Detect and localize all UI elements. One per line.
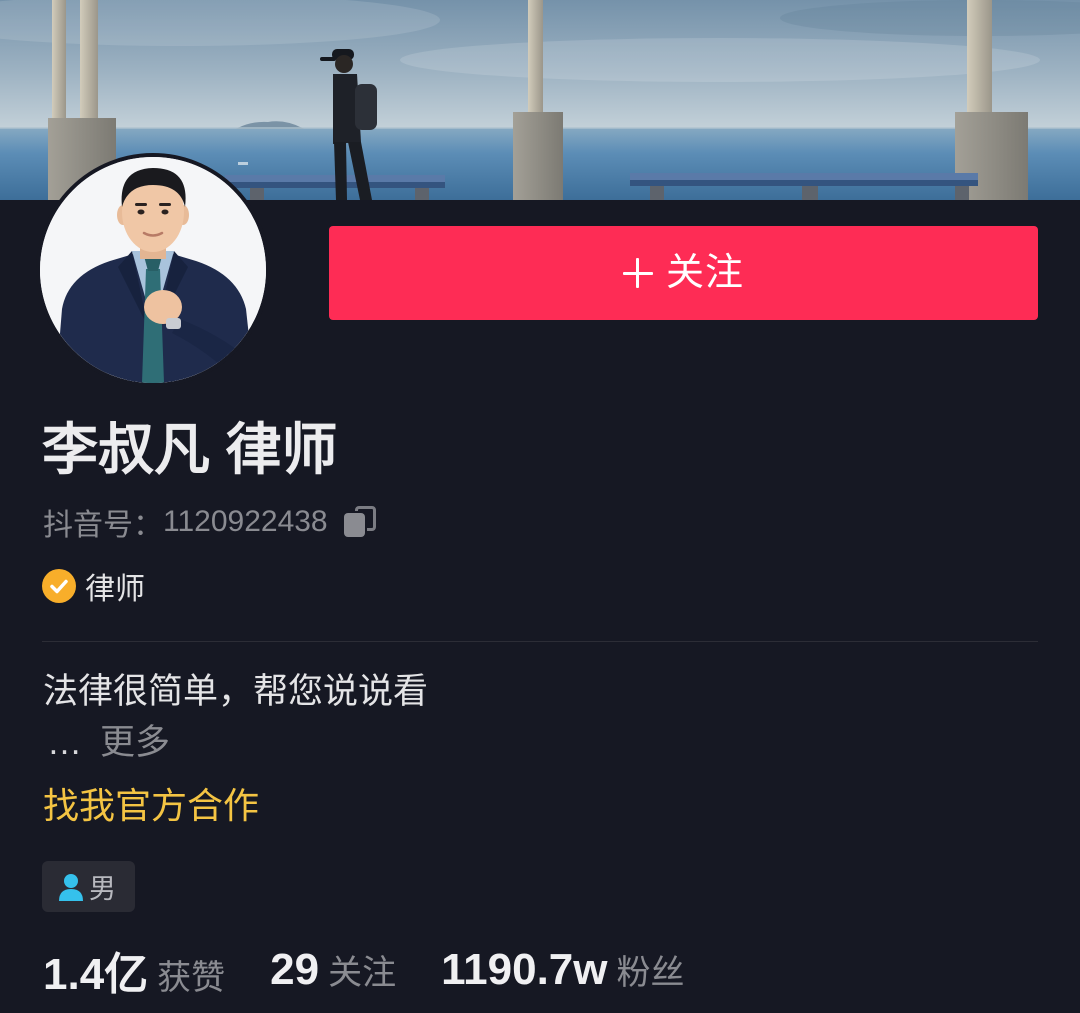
plus-icon xyxy=(622,258,653,288)
profile-name: 李叔凡 律师 xyxy=(42,418,338,481)
follow-label: 关注 xyxy=(665,252,744,294)
stat-following-value: 29 xyxy=(270,945,320,994)
copy-icon[interactable] xyxy=(343,506,376,538)
stat-followers-label: 粉丝 xyxy=(616,954,685,992)
avatar[interactable] xyxy=(36,153,270,387)
stat-likes[interactable]: 1.4亿 获赞 xyxy=(43,938,225,1002)
gender-tag: 男 xyxy=(42,861,135,912)
divider xyxy=(42,641,1038,642)
profile-screen: 关注 李叔凡 律师 抖音号： 1120922438 律师 法律很简单，帮您说说看… xyxy=(0,0,1080,1013)
stat-likes-value: 1.4亿 xyxy=(43,950,149,999)
copy-icon-front xyxy=(343,513,365,537)
douyin-id-row: 抖音号： 1120922438 xyxy=(43,502,376,542)
stat-likes-label: 获赞 xyxy=(157,959,226,997)
bio-ellipsis: … xyxy=(47,723,82,762)
bio-more-link[interactable]: 更多 xyxy=(100,723,170,762)
business-cooperation-link[interactable]: 找我官方合作 xyxy=(43,780,259,832)
verification-label: 律师 xyxy=(85,573,145,606)
avatar-photo xyxy=(40,157,266,383)
stat-followers[interactable]: 1190.7w 粉丝 xyxy=(441,945,684,995)
stat-following[interactable]: 29 关注 xyxy=(270,945,396,995)
gender-label: 男 xyxy=(89,874,116,904)
stat-followers-value: 1190.7w xyxy=(441,945,608,994)
stat-following-label: 关注 xyxy=(328,954,397,992)
verified-check-icon xyxy=(42,569,76,603)
bio-more-row: … 更多 xyxy=(43,717,170,769)
follow-button[interactable]: 关注 xyxy=(329,226,1038,320)
male-user-icon xyxy=(59,873,83,901)
bio-text: 法律很简单，帮您说说看 xyxy=(43,672,429,711)
stats-row: 1.4亿 获赞 29 关注 1190.7w 粉丝 xyxy=(43,940,730,1000)
verification-row: 律师 xyxy=(42,566,145,606)
douyin-id-value: 1120922438 xyxy=(163,505,328,538)
douyin-id-label: 抖音号： xyxy=(43,509,163,542)
